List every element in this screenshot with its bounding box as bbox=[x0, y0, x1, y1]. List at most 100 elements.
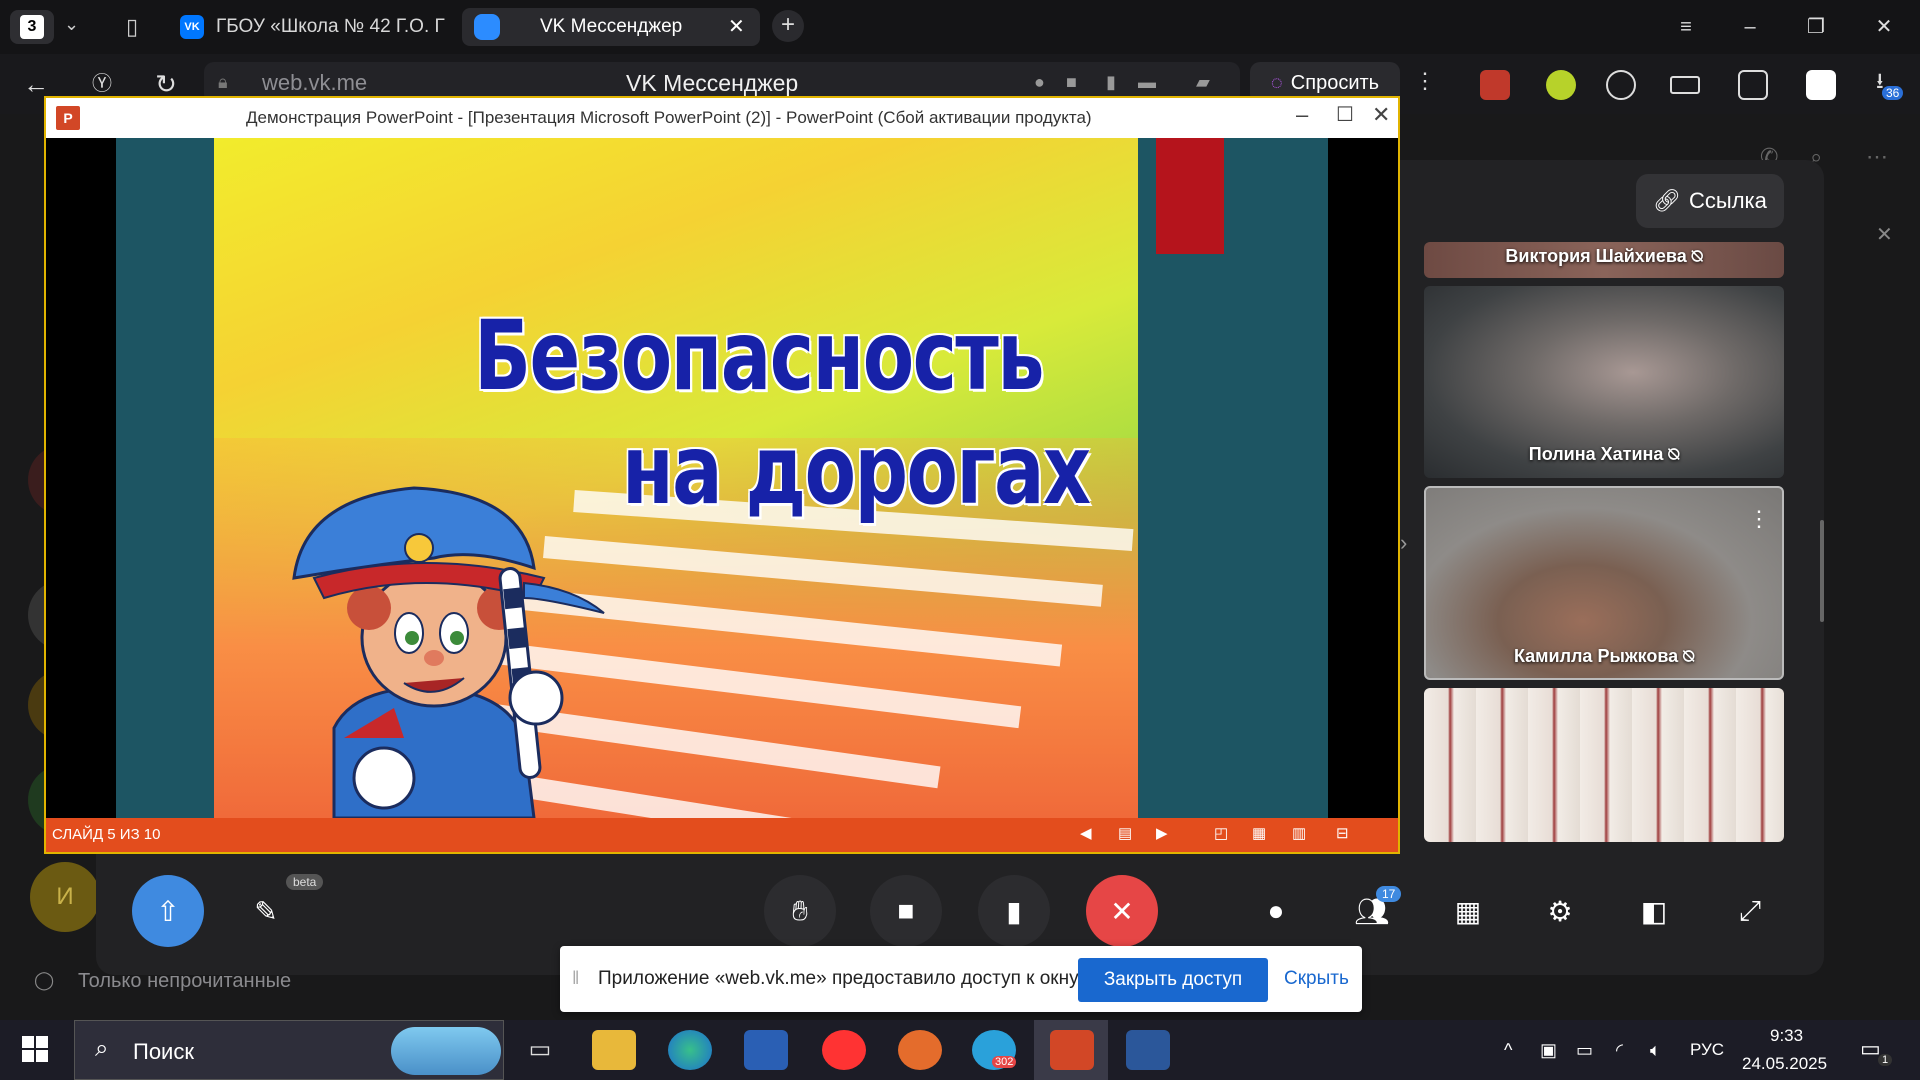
location-icon[interactable]: ● bbox=[1034, 72, 1045, 93]
mic-muted-icon: ⍉ bbox=[1668, 444, 1680, 464]
tab-label: VK Мессенджер bbox=[540, 16, 683, 37]
powerpoint-window: P Демонстрация PowerPoint - [Презентация… bbox=[44, 96, 1400, 854]
participant-tile[interactable]: Виктория Шайхиева ⍉ bbox=[1424, 242, 1784, 278]
end-call-button[interactable]: ✕ bbox=[1086, 875, 1158, 947]
show-hidden-icons-chevron-icon[interactable]: ^ bbox=[1504, 1040, 1512, 1061]
profile-extension-icon[interactable] bbox=[1806, 70, 1836, 100]
ppt-title-bar[interactable]: P Демонстрация PowerPoint - [Презентация… bbox=[46, 98, 1398, 138]
grid-layout-button[interactable]: ▦ bbox=[1432, 875, 1504, 947]
close-panel-icon[interactable]: ✕ bbox=[1876, 222, 1893, 247]
powerpoint-logo-icon: P bbox=[56, 106, 80, 130]
camera-icon[interactable]: ■ bbox=[1066, 72, 1077, 93]
camera-toggle-button[interactable]: ■ bbox=[870, 875, 942, 947]
normal-view-icon[interactable]: ◰ bbox=[1214, 824, 1228, 842]
volume-icon[interactable]: 🔈︎ bbox=[1650, 1040, 1661, 1061]
settings-button[interactable]: ⚙ bbox=[1524, 875, 1596, 947]
browser-menu-icon[interactable]: ≡ bbox=[1666, 10, 1706, 44]
downloads-badge: 36 bbox=[1882, 86, 1904, 100]
language-indicator[interactable]: РУС bbox=[1690, 1040, 1724, 1060]
participant-tile[interactable] bbox=[1424, 688, 1784, 842]
tabs-menu-chevron-icon[interactable]: ⌄ bbox=[64, 14, 79, 35]
beta-badge: beta bbox=[286, 874, 324, 890]
device-icon[interactable]: ▣ bbox=[1540, 1040, 1557, 1061]
slide-image[interactable]: Безопасность на дорогах bbox=[214, 138, 1138, 818]
call-link-button[interactable]: 🔗︎ Ссылка bbox=[1636, 174, 1784, 228]
restore-icon[interactable]: ❐ bbox=[1796, 10, 1836, 44]
windows-start-icon[interactable] bbox=[22, 1036, 48, 1062]
extension-plus-icon[interactable] bbox=[1546, 70, 1576, 100]
notes-icon[interactable]: ▤ bbox=[1118, 824, 1132, 842]
more-horizontal-icon[interactable]: ⋯ bbox=[1866, 144, 1888, 170]
participants-scrollbar[interactable] bbox=[1820, 520, 1824, 622]
tile-more-icon[interactable]: ⋮ bbox=[1748, 506, 1770, 532]
slide-sorter-icon[interactable]: ▦ bbox=[1252, 824, 1266, 842]
battery-icon[interactable]: ▭ bbox=[1576, 1040, 1593, 1061]
edge-icon[interactable] bbox=[668, 1030, 712, 1070]
tab-label: ГБОУ «Школа № 42 Г.О. Г bbox=[216, 16, 445, 37]
whiteboard-icon: ✎ bbox=[254, 895, 278, 927]
media-play-icon[interactable] bbox=[1606, 70, 1636, 100]
search-placeholder: Поиск bbox=[133, 1039, 194, 1064]
close-window-icon[interactable]: ✕ bbox=[1864, 10, 1904, 44]
raise-hand-button[interactable]: ✋︎ bbox=[764, 875, 836, 947]
notification-text: Приложение «web.vk.me» предоставило дост… bbox=[598, 968, 1082, 989]
alice-icon: ◌ bbox=[1270, 71, 1283, 94]
new-tab-button[interactable]: + bbox=[772, 10, 804, 42]
word-icon[interactable] bbox=[1126, 1030, 1170, 1070]
sidebar-avatar[interactable]: И bbox=[30, 862, 100, 932]
chat-button[interactable]: ● bbox=[1240, 875, 1312, 947]
powerpoint-icon[interactable] bbox=[1050, 1030, 1094, 1070]
slide-title-line1: Безопасность bbox=[474, 300, 1045, 412]
taskbar-search-box[interactable]: ⌕ Поиск bbox=[74, 1020, 504, 1080]
bookmark-icon[interactable]: ▰ bbox=[1196, 72, 1210, 93]
close-tab-icon[interactable]: ✕ bbox=[728, 14, 745, 39]
tab-school[interactable]: VK ГБОУ «Школа № 42 Г.О. Г bbox=[168, 8, 456, 46]
fullscreen-button[interactable]: ⤢ bbox=[1714, 875, 1786, 947]
laptop-app-icon[interactable] bbox=[744, 1030, 788, 1070]
tab-vk-messenger[interactable]: VK Мессенджер bbox=[462, 8, 760, 46]
ppt-maximize-icon[interactable]: ☐ bbox=[1336, 102, 1354, 127]
clock-date[interactable]: 24.05.2025 bbox=[1742, 1054, 1827, 1074]
reading-view-icon[interactable]: ▥ bbox=[1292, 824, 1306, 842]
microphone-icon: ▮ bbox=[1006, 895, 1022, 927]
url-text: web.vk.me bbox=[262, 70, 368, 95]
wifi-icon[interactable]: ◜ bbox=[1616, 1040, 1623, 1061]
extension-red-icon[interactable] bbox=[1480, 70, 1510, 100]
task-view-icon[interactable]: ▭ bbox=[518, 1030, 562, 1070]
search-icon: ⌕ bbox=[95, 1035, 109, 1062]
collections-icon[interactable] bbox=[1738, 70, 1768, 100]
yandex-browser-icon[interactable] bbox=[822, 1030, 866, 1070]
ppt-minimize-icon[interactable]: – bbox=[1296, 102, 1308, 128]
file-explorer-icon[interactable] bbox=[592, 1030, 636, 1070]
drag-handle-icon[interactable]: ‖ bbox=[572, 968, 579, 989]
expand-participants-chevron-icon[interactable]: › bbox=[1400, 530, 1407, 556]
participant-tile[interactable]: Полина Хатина ⍉ bbox=[1424, 286, 1784, 478]
app-icon[interactable] bbox=[898, 1030, 942, 1070]
more-icon[interactable]: ⋮ bbox=[1414, 68, 1436, 94]
minimize-icon[interactable]: – bbox=[1730, 10, 1770, 44]
prev-slide-icon[interactable]: ◀ bbox=[1080, 824, 1092, 842]
chat-icon[interactable]: ▬ bbox=[1138, 72, 1156, 93]
hide-button[interactable]: Скрыть bbox=[1284, 968, 1349, 990]
next-slide-icon[interactable]: ▶ bbox=[1156, 824, 1168, 842]
picture-in-picture-icon: ◧ bbox=[1640, 895, 1668, 927]
ppt-close-icon[interactable]: ✕ bbox=[1372, 102, 1390, 128]
notifications-badge: 1 bbox=[1878, 1054, 1893, 1066]
chat-bubble-icon: ● bbox=[1267, 895, 1285, 926]
participants-button[interactable]: 👥︎ bbox=[1336, 875, 1408, 947]
participant-name: Виктория Шайхиева ⍉ bbox=[1505, 246, 1703, 266]
minimize-call-button[interactable]: ◧ bbox=[1618, 875, 1690, 947]
tab-counter-button[interactable]: 3 bbox=[10, 10, 54, 44]
microphone-icon[interactable]: ▮ bbox=[1106, 72, 1116, 93]
clock-time[interactable]: 9:33 bbox=[1770, 1026, 1803, 1046]
microphone-toggle-button[interactable]: ▮ bbox=[978, 875, 1050, 947]
close-access-button[interactable]: Закрыть доступ bbox=[1078, 958, 1268, 1002]
telegram-badge: 302 bbox=[992, 1056, 1017, 1068]
screen-share-notification: ‖ Приложение «web.vk.me» предоставило до… bbox=[560, 946, 1362, 1012]
slideshow-icon[interactable]: ⊟ bbox=[1336, 824, 1349, 842]
page-icon[interactable]: ▯ bbox=[126, 14, 138, 40]
participant-name: Полина Хатина ⍉ bbox=[1528, 444, 1680, 464]
battery-icon[interactable] bbox=[1670, 76, 1700, 94]
share-screen-button[interactable]: ⇧ bbox=[132, 875, 204, 947]
participant-tile-active[interactable]: ⋮ Камилла Рыжкова ⍉ bbox=[1424, 486, 1784, 680]
